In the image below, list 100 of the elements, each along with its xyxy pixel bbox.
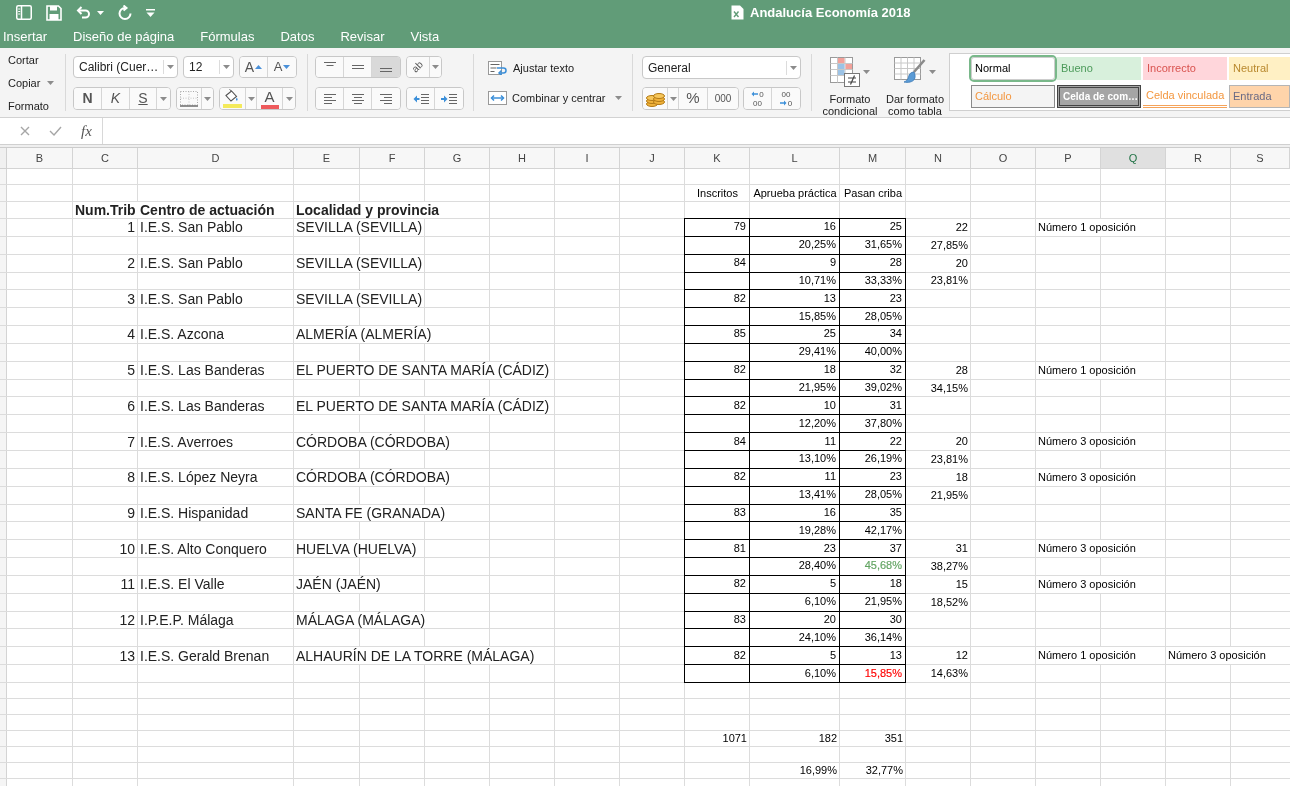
conditional-format-button[interactable]: Formato condicional <box>820 48 880 117</box>
thousands-button[interactable]: 000 <box>708 88 738 109</box>
count-value: 79 <box>733 219 747 235</box>
orientation-button[interactable]: ab <box>407 57 430 77</box>
borders-menu-button[interactable] <box>202 88 213 109</box>
paint-bucket-icon <box>223 89 242 108</box>
shrink-font-button[interactable]: A <box>268 57 296 77</box>
fill-color-button[interactable] <box>220 88 246 109</box>
clipboard-button[interactable]: Copiar <box>8 74 65 92</box>
check-icon[interactable] <box>49 126 62 136</box>
font-color-menu-button[interactable] <box>283 88 295 109</box>
note-text: Número 3 oposición <box>1036 468 1138 486</box>
percent-button[interactable]: % <box>679 88 708 109</box>
borders-button[interactable] <box>177 88 202 109</box>
count-value: 84 <box>733 433 747 449</box>
percentage-value: 39,02% <box>864 380 903 395</box>
column-header[interactable]: S <box>1231 148 1290 169</box>
currency-button[interactable] <box>643 88 668 109</box>
tribunal-number: 1 <box>127 219 136 236</box>
increase-indent-button[interactable] <box>435 88 463 109</box>
align-center-icon <box>350 92 365 105</box>
column-header[interactable]: O <box>971 148 1036 169</box>
clipboard-button[interactable]: Cortar <box>8 51 65 69</box>
count-value: 34 <box>889 326 903 342</box>
undo-icon[interactable] <box>76 6 91 19</box>
currency-menu-button[interactable] <box>668 88 679 109</box>
count-value: 11 <box>824 433 837 449</box>
count-value: 25 <box>889 219 903 235</box>
column-header[interactable]: P <box>1036 148 1101 169</box>
column-header[interactable]: F <box>360 148 425 169</box>
align-right-button[interactable] <box>372 88 400 109</box>
grow-font-button[interactable]: A <box>240 57 268 77</box>
caret-icon <box>285 96 293 101</box>
fill-color-menu-button[interactable] <box>246 88 257 109</box>
count-value: 82 <box>733 362 747 378</box>
count-value: 22 <box>889 433 903 449</box>
save-icon[interactable] <box>46 4 62 21</box>
cell-style-option[interactable]: Normal <box>971 57 1055 80</box>
column-header[interactable]: M <box>840 148 906 169</box>
count-value: 28 <box>889 255 903 271</box>
number-format-dropdown[interactable]: General <box>642 56 801 79</box>
increase-decimals-button[interactable]: 0 00 <box>744 88 772 109</box>
merge-center-button[interactable]: Combinar y centrar <box>488 88 623 108</box>
customize-icon[interactable] <box>146 8 155 17</box>
column-header[interactable]: E <box>294 148 360 169</box>
align-bottom-button[interactable] <box>372 57 400 77</box>
column-header[interactable]: I <box>555 148 620 169</box>
count-value: 30 <box>889 612 903 627</box>
font-name-dropdown[interactable]: Calibri (Cuer… <box>73 56 178 78</box>
percentage-value: 19,28% <box>798 522 837 538</box>
count-value: 351 <box>884 730 904 746</box>
column-header[interactable]: R <box>1166 148 1231 169</box>
decrease-indent-button[interactable] <box>407 88 435 109</box>
align-left-button[interactable] <box>316 88 344 109</box>
column-header[interactable]: J <box>620 148 685 169</box>
sidebar-icon[interactable] <box>16 5 32 20</box>
decrease-decimals-button[interactable]: 00 0 <box>772 88 800 109</box>
count-value: 16 <box>823 504 837 520</box>
column-header[interactable]: K <box>685 148 750 169</box>
percentage-value: 14,63% <box>930 666 969 681</box>
column-header[interactable]: C <box>73 148 138 169</box>
italic-button[interactable]: K <box>102 88 130 109</box>
spreadsheet-file-icon <box>731 5 744 20</box>
percentage-value: 26,19% <box>864 451 903 467</box>
percentage-value: 13,10% <box>798 451 837 467</box>
count-value: 13 <box>823 290 837 306</box>
insert-function-button[interactable]: fx <box>81 123 92 139</box>
font-size-dropdown[interactable]: 12 <box>183 56 234 78</box>
cancel-icon[interactable] <box>20 126 30 136</box>
header-label: Localidad y provincia <box>294 202 442 218</box>
column-header[interactable]: D <box>138 148 294 169</box>
orientation-menu-button[interactable] <box>430 57 441 77</box>
count-value: 18 <box>955 469 969 485</box>
column-header[interactable]: H <box>490 148 555 169</box>
format-as-table-button[interactable]: Dar formato como tabla <box>883 48 947 117</box>
column-header[interactable]: L <box>750 148 840 169</box>
tribunal-number: 11 <box>120 575 136 593</box>
percentage-value: 15,85% <box>864 665 903 681</box>
align-middle-button[interactable] <box>344 57 372 77</box>
wrap-text-button[interactable]: Ajustar texto <box>488 58 623 78</box>
percentage-value: 23,81% <box>930 273 969 289</box>
align-top-button[interactable] <box>316 57 344 77</box>
clipboard-button[interactable]: Formato <box>8 97 65 115</box>
bold-button[interactable]: N <box>74 88 102 109</box>
note-text: Número 3 oposición <box>1036 433 1138 450</box>
column-header[interactable]: Q <box>1101 148 1166 169</box>
redo-icon[interactable] <box>118 5 132 20</box>
count-value: 35 <box>889 504 903 520</box>
column-header[interactable]: G <box>425 148 490 169</box>
column-label: Pasan criba <box>843 185 903 201</box>
align-center-button[interactable] <box>344 88 372 109</box>
underline-menu-button[interactable] <box>157 88 170 109</box>
underline-button[interactable]: S <box>130 88 157 109</box>
column-header[interactable]: B <box>7 148 73 169</box>
cell-style-option[interactable]: Entrada <box>1229 85 1290 108</box>
font-color-button[interactable]: A <box>257 88 283 109</box>
percentage-value: 36,14% <box>864 629 903 645</box>
window-title: Andalucía Economía 2018 <box>750 6 911 19</box>
column-header[interactable]: N <box>906 148 971 169</box>
merge-cells-icon <box>488 91 507 105</box>
